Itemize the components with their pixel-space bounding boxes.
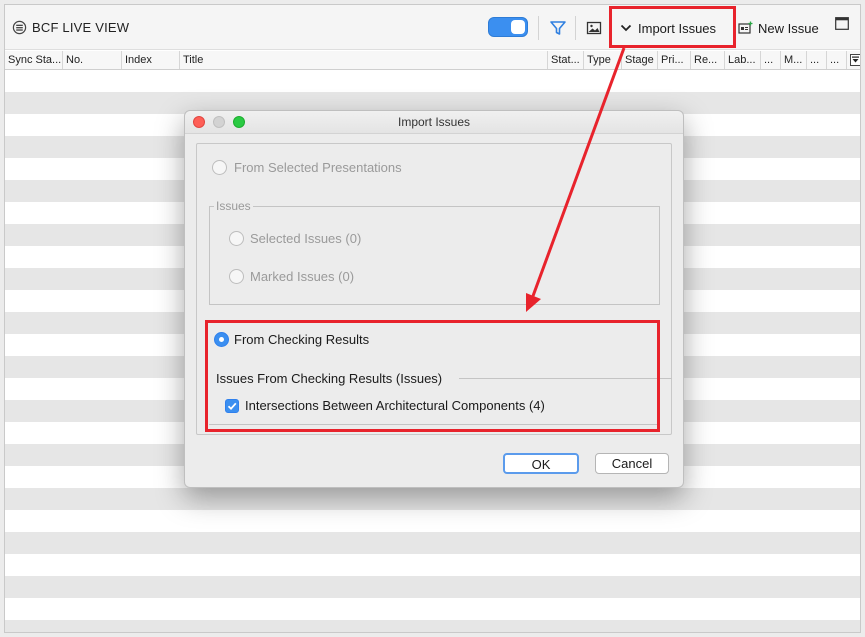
column-index[interactable]: Index xyxy=(122,51,180,69)
cancel-button[interactable]: Cancel xyxy=(595,453,669,474)
radio-selected-issues[interactable] xyxy=(229,231,244,246)
table-row[interactable] xyxy=(5,488,860,510)
column-re[interactable]: Re... xyxy=(691,51,725,69)
table-row[interactable] xyxy=(5,532,860,554)
table-row[interactable] xyxy=(5,598,860,620)
table-row[interactable] xyxy=(5,620,860,632)
table-row[interactable] xyxy=(5,510,860,532)
column-sync-status[interactable]: Sync Sta... xyxy=(5,51,63,69)
dialog-title: Import Issues xyxy=(397,115,471,129)
toolbar: BCF LIVE VIEW Import Issues New Issue xyxy=(5,5,860,50)
new-issue-icon xyxy=(738,21,753,34)
checkbox-intersections[interactable] xyxy=(225,399,239,413)
bcf-logo-icon xyxy=(12,20,27,35)
column-type[interactable]: Type xyxy=(584,51,622,69)
column-labels[interactable]: Lab... xyxy=(725,51,761,69)
toolbar-divider xyxy=(575,16,576,40)
radio-marked-issues[interactable] xyxy=(229,269,244,284)
option-checking-label: From Checking Results xyxy=(234,332,370,347)
import-issues-dialog: Import Issues From Selected Presentation… xyxy=(184,110,684,488)
new-issue-button[interactable]: New Issue xyxy=(738,15,819,41)
checkbox-intersections-label: Intersections Between Architectural Comp… xyxy=(245,398,545,413)
column-priority[interactable]: Pri... xyxy=(658,51,691,69)
column-more[interactable]: ... xyxy=(807,51,827,69)
issues-group: Issues Selected Issues (0) Marked Issues… xyxy=(209,199,660,305)
ok-button[interactable]: OK xyxy=(503,453,579,474)
table-header: Sync Sta... No. Index Title Stat... Type… xyxy=(5,51,860,70)
dialog-titlebar: Import Issues xyxy=(185,111,683,134)
panel-divider xyxy=(209,424,660,425)
column-status[interactable]: Stat... xyxy=(548,51,584,69)
import-issues-button[interactable]: Import Issues xyxy=(619,15,716,41)
column-more[interactable]: ... xyxy=(827,51,847,69)
option-presentations-label: From Selected Presentations xyxy=(234,160,402,175)
column-title[interactable]: Title xyxy=(180,51,548,69)
column-more[interactable]: ... xyxy=(761,51,781,69)
table-row[interactable] xyxy=(5,70,860,92)
import-issues-label: Import Issues xyxy=(638,20,717,36)
live-toggle[interactable] xyxy=(488,17,528,37)
radio-selected-presentations[interactable] xyxy=(212,160,227,175)
chevron-down-icon xyxy=(620,24,632,32)
issues-group-label: Issues xyxy=(214,199,253,213)
option-selected-label: Selected Issues (0) xyxy=(250,231,362,246)
app-title: BCF LIVE VIEW xyxy=(32,20,130,35)
filter-icon[interactable] xyxy=(549,19,567,37)
checking-group-label: Issues From Checking Results (Issues) xyxy=(216,371,443,386)
option-marked-label: Marked Issues (0) xyxy=(250,269,355,284)
import-options-panel: From Selected Presentations Issues Selec… xyxy=(196,143,672,435)
column-no[interactable]: No. xyxy=(63,51,122,69)
layout-icon[interactable] xyxy=(835,17,849,30)
table-row[interactable] xyxy=(5,554,860,576)
radio-checking-results[interactable] xyxy=(214,332,229,347)
column-stage[interactable]: Stage xyxy=(622,51,658,69)
column-chooser-icon[interactable] xyxy=(850,54,861,66)
image-icon[interactable] xyxy=(585,19,603,37)
new-issue-label: New Issue xyxy=(758,20,819,36)
checkmark-icon xyxy=(227,402,237,411)
toolbar-divider xyxy=(538,16,539,40)
table-row[interactable] xyxy=(5,576,860,598)
column-m[interactable]: M... xyxy=(781,51,807,69)
group-divider xyxy=(459,378,672,379)
